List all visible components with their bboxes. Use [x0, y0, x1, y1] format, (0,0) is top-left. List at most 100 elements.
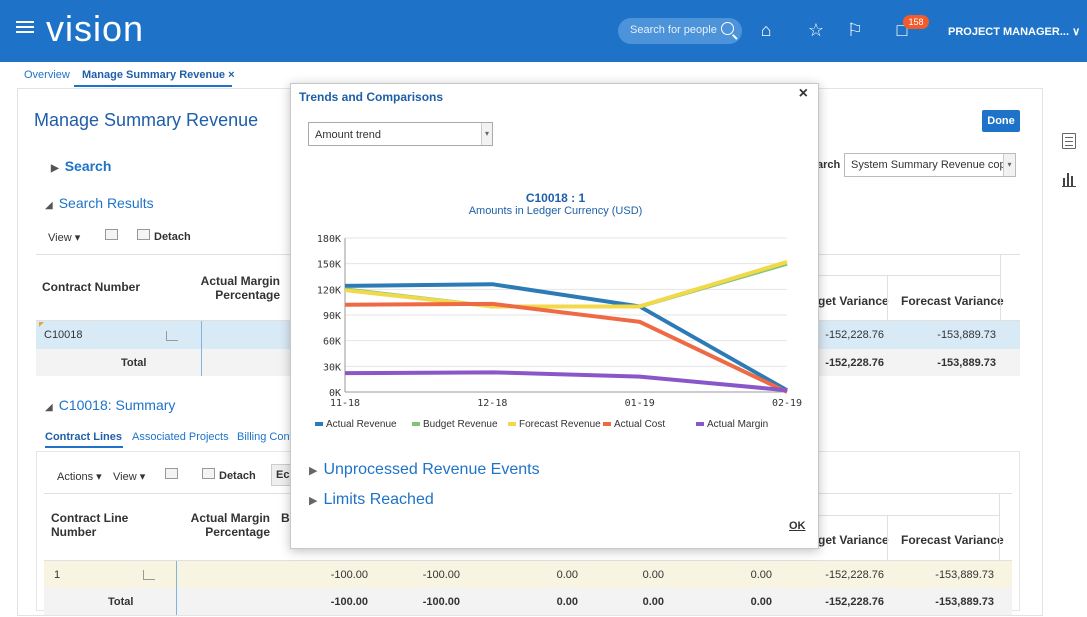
detach-icon[interactable] — [202, 468, 215, 479]
col-header-forecast-variance[interactable]: Forecast Variance — [901, 294, 1004, 308]
cell-contract-number[interactable]: C10018 — [44, 329, 83, 341]
col-header-budget-variance[interactable]: get Variance — [818, 533, 889, 547]
legend-swatch — [696, 422, 704, 426]
cell-value-4: 0.00 — [642, 569, 664, 581]
legend-label: Actual Revenue — [326, 419, 397, 430]
actions-menu[interactable]: Actions ▾ — [57, 470, 102, 483]
legend-label: Actual Cost — [614, 419, 665, 430]
total-value-3: 0.00 — [556, 596, 578, 608]
cell-forecast-variance: -153,889.73 — [935, 569, 994, 581]
total-label: Total — [121, 357, 147, 369]
unprocessed-revenue-events-link[interactable]: ▶ Unprocessed Revenue Events — [309, 461, 540, 479]
summary-section[interactable]: ◢ C10018: Summary — [45, 397, 175, 413]
legend-swatch — [603, 422, 611, 426]
bar-chart-icon[interactable] — [1062, 171, 1076, 187]
y-tick-label: 120K — [317, 285, 341, 296]
col-divider — [1000, 254, 1001, 320]
col-header-contract-number[interactable]: Contract Number — [42, 280, 140, 294]
trend-chart-icon[interactable] — [143, 570, 155, 580]
x-tick-label: 12-18 — [477, 398, 507, 409]
tab-contract-lines[interactable]: Contract Lines — [45, 431, 122, 443]
edit-button[interactable]: Ec — [271, 464, 291, 486]
user-menu[interactable]: PROJECT MANAGER... ∨ — [948, 25, 1080, 38]
saved-search-label: arch — [817, 159, 841, 171]
saved-search-value: System Summary Revenue copy — [851, 159, 1012, 171]
notification-badge[interactable]: 158 — [903, 15, 929, 29]
user-name: PROJECT MANAGER... — [948, 26, 1070, 38]
ok-button[interactable]: OK — [789, 520, 806, 532]
x-tick-label: 02-19 — [772, 398, 802, 409]
chevron-down-icon[interactable]: ▾ — [1003, 154, 1015, 176]
document-icon[interactable] — [1062, 133, 1076, 149]
y-tick-label: 60K — [323, 337, 341, 348]
app-logo[interactable]: vision — [46, 8, 144, 50]
top-bar: vision Search for people ⌂ ☆ ⚐ □ 158 PRO… — [0, 0, 1087, 62]
search-section-toggle[interactable]: ▶ Search — [51, 158, 111, 174]
link-label: Unprocessed Revenue Events — [323, 461, 540, 478]
col-divider — [999, 493, 1000, 560]
detach-button[interactable]: Detach — [154, 231, 191, 243]
close-tab-icon[interactable]: × — [228, 69, 234, 81]
header-divider — [818, 275, 1000, 276]
total-value-5: 0.00 — [750, 596, 772, 608]
cell-forecast-variance: -153,889.73 — [937, 329, 996, 341]
x-tick-label: 11-18 — [330, 398, 360, 409]
total-forecast-variance: -153,889.73 — [935, 596, 994, 608]
col-divider — [887, 515, 888, 560]
expand-icon: ▶ — [309, 465, 318, 477]
tab-manage-summary-revenue[interactable]: Manage Summary Revenue × — [82, 69, 235, 81]
y-tick-label: 180K — [317, 234, 341, 245]
col-header-budget-variance[interactable]: get Variance — [818, 294, 889, 308]
home-icon[interactable]: ⌂ — [756, 20, 776, 40]
limits-reached-link[interactable]: ▶ Limits Reached — [309, 491, 434, 509]
total-value-2: -100.00 — [422, 596, 460, 608]
tab-overview[interactable]: Overview — [24, 69, 70, 81]
detach-button-lines[interactable]: Detach — [219, 470, 256, 482]
cell-line-number[interactable]: 1 — [54, 569, 60, 581]
done-button[interactable]: Done — [982, 110, 1020, 132]
freeze-icon[interactable] — [165, 468, 178, 479]
active-tab-indicator — [74, 85, 232, 87]
col-header-actual-margin-percentage[interactable]: Actual Margin Percentage — [198, 274, 280, 302]
frozen-col-divider — [201, 321, 202, 376]
trends-comparisons-dialog: Trends and Comparisons × Amount trend ▾ C… — [290, 83, 819, 549]
page-title: Manage Summary Revenue — [34, 110, 259, 130]
search-icon[interactable] — [721, 22, 734, 35]
view-menu[interactable]: View ▾ — [48, 231, 80, 244]
col-header-partial[interactable]: B — [281, 511, 290, 525]
legend-swatch — [315, 422, 323, 426]
collapse-icon: ◢ — [45, 200, 53, 211]
link-label: Limits Reached — [323, 491, 434, 508]
total-value-4: 0.00 — [642, 596, 664, 608]
tab-associated-projects[interactable]: Associated Projects — [132, 431, 229, 443]
detach-icon[interactable] — [137, 229, 150, 240]
expand-icon: ▶ — [309, 495, 318, 507]
favorites-star-icon[interactable]: ☆ — [806, 20, 826, 40]
col-header-forecast-variance[interactable]: Forecast Variance — [901, 533, 1004, 547]
search-people-input[interactable]: Search for people — [618, 18, 742, 44]
cell-value-5: 0.00 — [750, 569, 772, 581]
legend-swatch — [412, 422, 420, 426]
expand-icon: ▶ — [51, 163, 59, 174]
y-tick-label: 150K — [317, 260, 341, 271]
header-divider — [818, 515, 999, 516]
legend-label: Forecast Revenue — [519, 419, 601, 430]
collapse-icon: ◢ — [45, 402, 53, 413]
active-subtab-indicator — [45, 446, 123, 448]
saved-search-select[interactable]: System Summary Revenue copy ▾ — [844, 153, 1016, 177]
view-menu-lines[interactable]: View ▾ — [113, 470, 145, 483]
trend-chart-icon[interactable] — [166, 331, 178, 341]
tab-billing-controls[interactable]: Billing Cont — [237, 431, 293, 443]
x-tick-label: 01-19 — [625, 398, 655, 409]
freeze-icon[interactable] — [105, 229, 118, 240]
legend-label: Budget Revenue — [423, 419, 498, 430]
search-results-section[interactable]: ◢ Search Results — [45, 195, 154, 211]
frozen-col-divider — [176, 561, 177, 615]
watchlist-flag-icon[interactable]: ⚐ — [845, 20, 865, 40]
col-header-contract-line-number[interactable]: Contract Line Number — [51, 511, 131, 539]
total-label: Total — [108, 596, 134, 608]
cell-budget-variance: -152,228.76 — [825, 569, 884, 581]
cell-value-1: -100.00 — [330, 569, 368, 581]
menu-icon[interactable] — [16, 18, 34, 34]
col-header-actual-margin-percentage[interactable]: Actual Margin Percentage — [188, 511, 270, 539]
